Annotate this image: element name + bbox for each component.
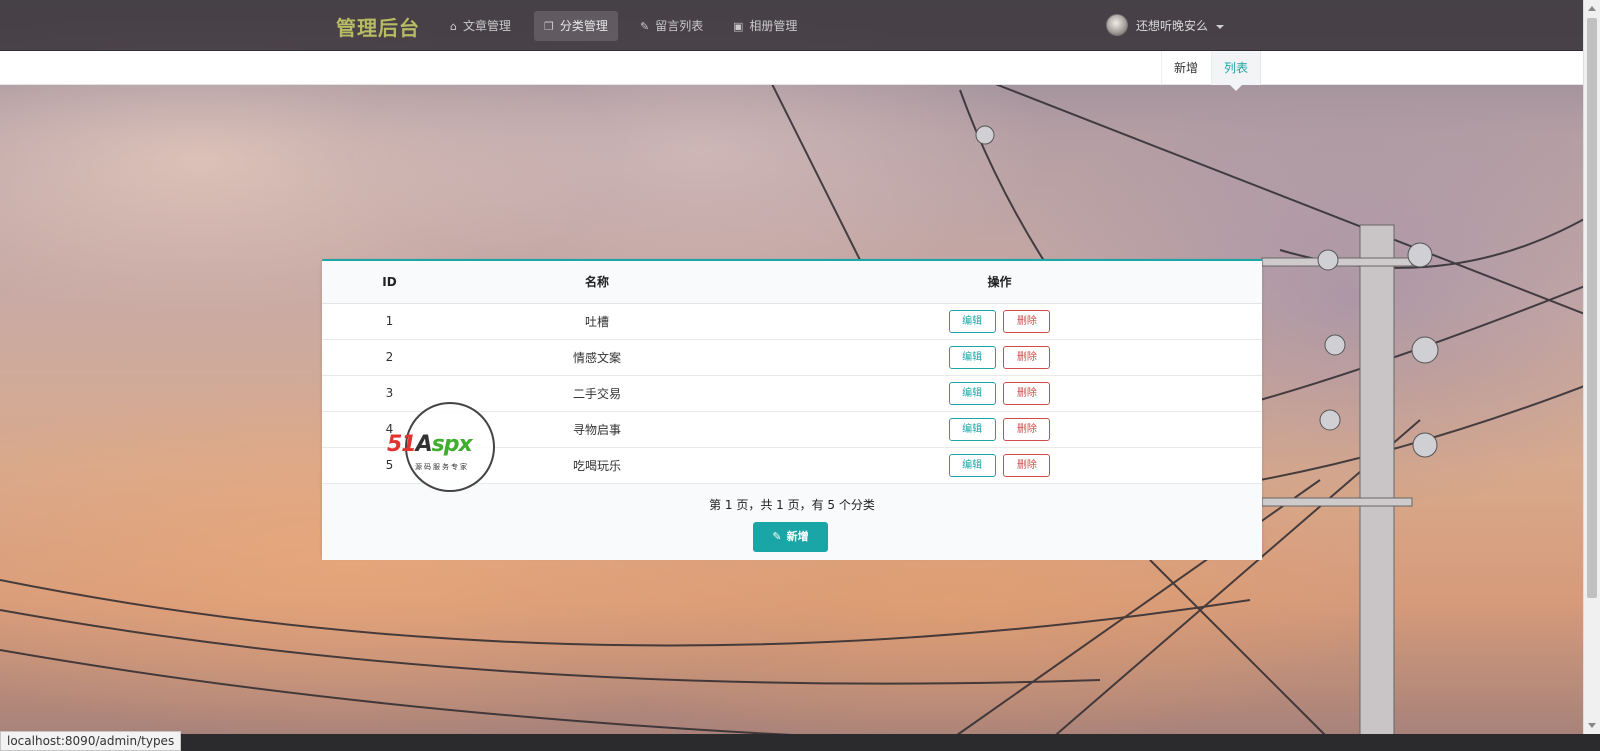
delete-button[interactable]: 删除 [1003, 309, 1051, 333]
table-footer: 第 1 页，共 1 页，有 5 个分类 ✎ 新增 [322, 483, 1262, 560]
nav-item-label: 留言列表 [655, 19, 704, 33]
status-url: localhost:8090/admin/types [0, 731, 182, 751]
watermark-text: 51Aspx [387, 432, 473, 457]
cell-actions: 编辑 删除 [737, 375, 1262, 412]
edit-button[interactable]: 编辑 [948, 345, 996, 369]
nav-item-label: 文章管理 [462, 19, 511, 33]
watermark-subtitle: 源码服务专家 [415, 463, 469, 471]
cell-name: 吐槽 [457, 303, 737, 340]
nav-item-albums[interactable]: ▣ 相册管理 [723, 11, 807, 41]
cell-name: 情感文案 [457, 339, 737, 376]
add-category-button[interactable]: ✎ 新增 [753, 521, 828, 552]
cell-actions: 编辑 删除 [737, 339, 1262, 376]
cell-actions: 编辑 删除 [737, 303, 1262, 340]
column-header-name: 名称 [457, 261, 737, 304]
cell-actions: 编辑 删除 [737, 411, 1262, 448]
watermark-text-green: spx [431, 432, 473, 457]
delete-button[interactable]: 删除 [1003, 345, 1051, 369]
user-menu[interactable]: 还想听晚安么 [1106, 14, 1225, 38]
pagination-info: 第 1 页，共 1 页，有 5 个分类 [709, 497, 875, 512]
edit-button[interactable]: 编辑 [948, 381, 996, 405]
scrollbar-thumb[interactable] [1587, 18, 1597, 598]
sub-navbar: 新增 列表 [0, 51, 1583, 91]
chevron-down-icon [1216, 24, 1225, 29]
nav-item-articles[interactable]: ⌂ 文章管理 [440, 11, 521, 41]
nav-item-label: 分类管理 [559, 19, 608, 33]
scroll-down-arrow-icon[interactable] [1588, 723, 1596, 728]
watermark-text-red: 51 [387, 432, 417, 457]
pencil-icon: ✎ [640, 20, 650, 33]
brand-title[interactable]: 管理后台 [336, 12, 420, 41]
bottom-strip [0, 734, 1600, 751]
edit-button[interactable]: 编辑 [948, 417, 996, 441]
cell-id: 2 [322, 339, 457, 376]
table-row: 2 情感文案 编辑 删除 [322, 339, 1262, 376]
delete-button[interactable]: 删除 [1003, 381, 1051, 405]
nav-item-label: 相册管理 [749, 19, 798, 33]
delete-button[interactable]: 删除 [1003, 417, 1051, 441]
table-row: 1 吐槽 编辑 删除 [322, 303, 1262, 340]
vertical-scrollbar[interactable] [1583, 0, 1600, 734]
cell-actions: 编辑 删除 [737, 447, 1262, 484]
delete-button[interactable]: 删除 [1003, 453, 1051, 477]
nav-item-messages[interactable]: ✎ 留言列表 [630, 11, 713, 41]
watermark-logo: 51Aspx 源码服务专家 [385, 402, 515, 494]
add-button-label: 新增 [786, 529, 809, 543]
table-header-row: ID 名称 操作 [322, 261, 1262, 304]
avatar [1106, 14, 1128, 36]
user-name: 还想听晚安么 [1136, 19, 1209, 33]
watermark-text-dark: A [415, 432, 433, 457]
copy-icon: ❐ [544, 20, 554, 33]
edit-button[interactable]: 编辑 [948, 453, 996, 477]
image-icon: ▣ [733, 20, 744, 33]
column-header-actions: 操作 [737, 261, 1262, 304]
tab-list[interactable]: 列表 [1211, 51, 1262, 91]
top-navbar: 管理后台 ⌂ 文章管理 ❐ 分类管理 ✎ 留言列表 ▣ 相册管理 还想听晚安么 [0, 0, 1583, 51]
pencil-icon: ✎ [772, 529, 782, 543]
column-header-id: ID [322, 261, 457, 304]
scroll-up-arrow-icon[interactable] [1588, 6, 1596, 11]
home-icon: ⌂ [450, 20, 457, 33]
nav-item-categories[interactable]: ❐ 分类管理 [534, 11, 618, 41]
cell-id: 1 [322, 303, 457, 340]
edit-button[interactable]: 编辑 [948, 309, 996, 333]
tab-add[interactable]: 新增 [1161, 51, 1210, 85]
